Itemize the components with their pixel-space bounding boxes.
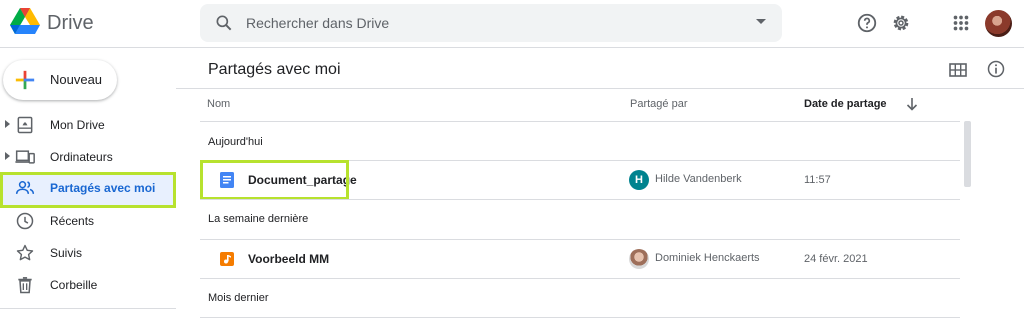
star-icon [16,244,34,261]
sharer-name: Hilde Vandenberk [655,173,742,185]
file-name: Voorbeeld MM [248,252,330,266]
sidebar-item-label: Récents [50,214,95,228]
apps-icon[interactable] [950,12,972,34]
expand-caret-icon[interactable] [5,120,10,128]
sidebar-item-label: Partagés avec moi [50,181,156,195]
search-input[interactable]: Rechercher dans Drive [246,15,389,31]
avatar [629,249,649,269]
page-title: Partagés avec moi [208,61,341,78]
highlight-box [200,160,349,200]
trash-icon [18,277,32,294]
table-row[interactable]: Voorbeeld MM Dominiek Henckaerts 24 févr… [200,240,960,278]
info-icon[interactable] [986,59,1006,79]
sidebar-item-label: Ordinateurs [50,150,113,164]
new-button-label: Nouveau [50,72,103,87]
sidebar-item-label: Suivis [50,246,83,260]
account-avatar[interactable] [985,10,1012,37]
sidebar-item-label: Mon Drive [50,118,105,132]
audio-icon [220,252,234,266]
drive-logo-icon[interactable] [10,8,40,34]
grid-view-icon[interactable] [948,61,968,79]
sidebar-item-computers[interactable]: Ordinateurs [0,141,176,173]
sharer-name: Dominiek Henckaerts [655,252,760,264]
shared-icon [15,181,35,194]
share-date: 24 févr. 2021 [804,253,868,265]
title-divider [176,88,1024,89]
row-divider [200,121,960,122]
computers-icon [15,150,35,164]
group-label-last-week: La semaine dernière [208,213,309,225]
top-bar: Drive Rechercher dans Drive [0,0,1024,48]
new-button[interactable]: Nouveau [3,60,117,100]
share-date: 11:57 [804,174,831,186]
column-header-name[interactable]: Nom [207,98,230,110]
sidebar-item-label: Corbeille [50,278,98,292]
sidebar-item-my-drive[interactable]: Mon Drive [0,109,176,141]
sidebar-item-shared-with-me[interactable]: Partagés avec moi [0,172,176,208]
sidebar-item-recent[interactable]: Récents [0,205,176,237]
search-options-icon[interactable] [756,19,766,24]
group-label-today: Aujourd'hui [208,136,263,148]
row-divider [200,278,960,279]
sidebar-divider [0,308,176,309]
plus-icon [15,70,35,90]
sidebar-item-starred[interactable]: Suivis [0,237,176,269]
app-name[interactable]: Drive [47,12,94,35]
column-header-shared-by: Partagé par [630,98,688,110]
search-icon[interactable] [214,13,234,33]
sort-arrow-icon[interactable] [906,97,918,111]
group-label-last-month: Mois dernier [208,292,269,304]
expand-caret-icon[interactable] [5,152,10,160]
sidebar-item-trash[interactable]: Corbeille [0,269,176,301]
gear-icon[interactable] [890,12,912,34]
help-icon[interactable] [856,12,878,34]
search-bar[interactable]: Rechercher dans Drive [200,4,782,42]
row-divider [200,317,960,318]
clock-icon [16,212,34,230]
scrollbar[interactable] [964,121,971,187]
column-header-date[interactable]: Date de partage [804,98,887,110]
avatar: H [629,170,649,190]
my-drive-icon [17,116,33,134]
row-divider [200,199,960,200]
